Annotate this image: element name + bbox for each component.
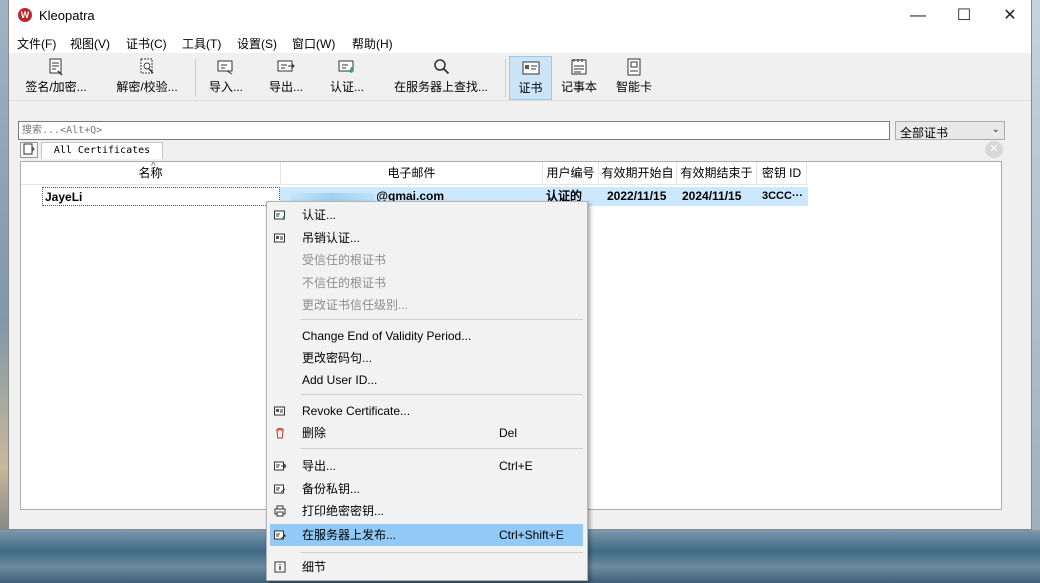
certificate-icon xyxy=(522,61,539,75)
menu-separator xyxy=(301,552,583,553)
sign-encrypt-button[interactable]: 签名/加密... xyxy=(17,56,95,100)
cell-valid-from: 2022/11/15 xyxy=(600,187,680,206)
toolbar-separator xyxy=(505,59,506,97)
new-tab-icon xyxy=(23,143,35,155)
export-button[interactable]: 导出... xyxy=(262,56,310,100)
export-icon xyxy=(277,60,295,72)
search-input[interactable] xyxy=(18,121,890,140)
revoke-certificate-icon xyxy=(274,406,285,416)
close-button[interactable]: ✕ xyxy=(987,0,1033,31)
info-icon xyxy=(274,561,286,573)
trash-icon xyxy=(276,428,284,439)
lookup-on-server-button[interactable]: 在服务器上查找... xyxy=(385,56,497,100)
decrypt-verify-button[interactable]: 解密/校验... xyxy=(107,56,187,100)
menu-change-expiry[interactable]: Change End of Validity Period... xyxy=(267,325,587,347)
revoke-certification-icon xyxy=(274,233,285,243)
menu-help[interactable]: 帮助(H) xyxy=(352,35,393,52)
import-icon xyxy=(217,60,233,75)
cell-name: JayeLi xyxy=(42,187,280,206)
menu-tools[interactable]: 工具(T) xyxy=(182,35,221,52)
chevron-down-icon: ⌄ xyxy=(991,124,1000,135)
certificate-filter-select[interactable]: 全部证书 ⌄ xyxy=(895,121,1005,140)
menu-separator xyxy=(301,394,583,395)
column-header-valid-until[interactable]: 有效期结束于 xyxy=(677,162,757,185)
main-toolbar: 签名/加密... 解密/校验... 导入... 导出... 认证... 在服务器… xyxy=(9,53,1031,101)
minimize-button[interactable]: — xyxy=(895,0,941,31)
sign-encrypt-icon xyxy=(49,58,63,76)
menu-trust-root: 受信任的根证书 xyxy=(302,253,387,267)
certify-icon xyxy=(338,60,354,73)
menu-details[interactable]: 细节 xyxy=(267,556,587,578)
menu-change-trust-level: 更改证书信任级别... xyxy=(302,298,409,312)
certify-button[interactable]: 认证... xyxy=(322,56,372,100)
menu-certify[interactable]: 认证... xyxy=(267,204,587,226)
notepad-button[interactable]: 记事本 xyxy=(558,56,600,100)
menu-separator xyxy=(301,319,583,320)
desktop-background-edge xyxy=(1032,0,1040,530)
menu-file[interactable]: 文件(F) xyxy=(17,35,56,52)
smartcard-button[interactable]: 智能卡 xyxy=(609,56,659,100)
printer-icon xyxy=(274,505,286,517)
export-icon xyxy=(274,461,286,471)
search-icon xyxy=(434,59,450,75)
window-title: Kleopatra xyxy=(39,8,95,23)
menu-delete[interactable]: 删除 Del xyxy=(267,422,587,444)
menu-bar: 文件(F) 视图(V) 证书(C) 工具(T) 设置(S) 窗口(W) 帮助(H… xyxy=(9,31,1031,53)
column-header-key-id[interactable]: 密钥 ID xyxy=(757,162,807,185)
cell-valid-until: 2024/11/15 xyxy=(680,187,760,206)
certificates-view-button[interactable]: 证书 xyxy=(509,56,552,100)
redacted-email xyxy=(290,192,375,201)
certify-icon xyxy=(274,210,285,220)
toolbar-separator xyxy=(195,59,196,97)
publish-icon xyxy=(274,530,286,540)
menu-view[interactable]: 视图(V) xyxy=(70,35,110,52)
tab-all-certificates[interactable]: All Certificates xyxy=(41,142,163,159)
menu-publish-on-server[interactable]: 在服务器上发布... Ctrl+Shift+E xyxy=(270,524,583,546)
column-header-email[interactable]: 电子邮件 xyxy=(281,162,543,185)
menu-separator xyxy=(301,448,583,449)
menu-distrust-root: 不信任的根证书 xyxy=(302,276,387,290)
cell-key-id: 3CCC··· xyxy=(760,187,808,206)
menu-window[interactable]: 窗口(W) xyxy=(292,35,335,52)
menu-add-user-id[interactable]: Add User ID... xyxy=(267,369,587,391)
maximize-button[interactable]: ☐ xyxy=(941,0,987,31)
sort-ascending-icon: ^ xyxy=(151,162,156,172)
import-button[interactable]: 导入... xyxy=(202,56,250,100)
notepad-icon xyxy=(571,59,587,75)
menu-revoke-certificate[interactable]: Revoke Certificate... xyxy=(267,400,587,422)
column-header-valid-from[interactable]: 有效期开始自 xyxy=(599,162,677,185)
decrypt-verify-icon xyxy=(140,58,154,74)
context-menu: 认证... 吊销认证... 受信任的根证书 不信任的根证书 更改证书信任级别..… xyxy=(266,201,588,581)
close-tab-icon[interactable]: ✕ xyxy=(985,141,1003,158)
menu-export[interactable]: 导出... Ctrl+E xyxy=(267,455,587,477)
menu-revoke-certification[interactable]: 吊销认证... xyxy=(267,227,587,249)
kleopatra-app-icon: W xyxy=(18,8,32,22)
smartcard-icon xyxy=(627,58,641,76)
filter-selected-value: 全部证书 xyxy=(900,126,949,140)
menu-print-secret-key[interactable]: 打印绝密密钥... xyxy=(267,500,587,522)
menu-settings[interactable]: 设置(S) xyxy=(237,35,277,52)
column-header-user-id[interactable]: 用户编号 xyxy=(543,162,599,185)
new-tab-button[interactable] xyxy=(20,142,38,158)
column-header-name[interactable]: ^ 名称 xyxy=(21,162,281,185)
title-bar: W Kleopatra — ☐ ✕ xyxy=(9,0,1031,31)
menu-certificates[interactable]: 证书(C) xyxy=(126,35,167,52)
menu-change-passphrase[interactable]: 更改密码句... xyxy=(267,347,587,369)
menu-backup-secret-key[interactable]: 备份私钥... xyxy=(267,478,587,500)
backup-key-icon xyxy=(274,484,286,494)
